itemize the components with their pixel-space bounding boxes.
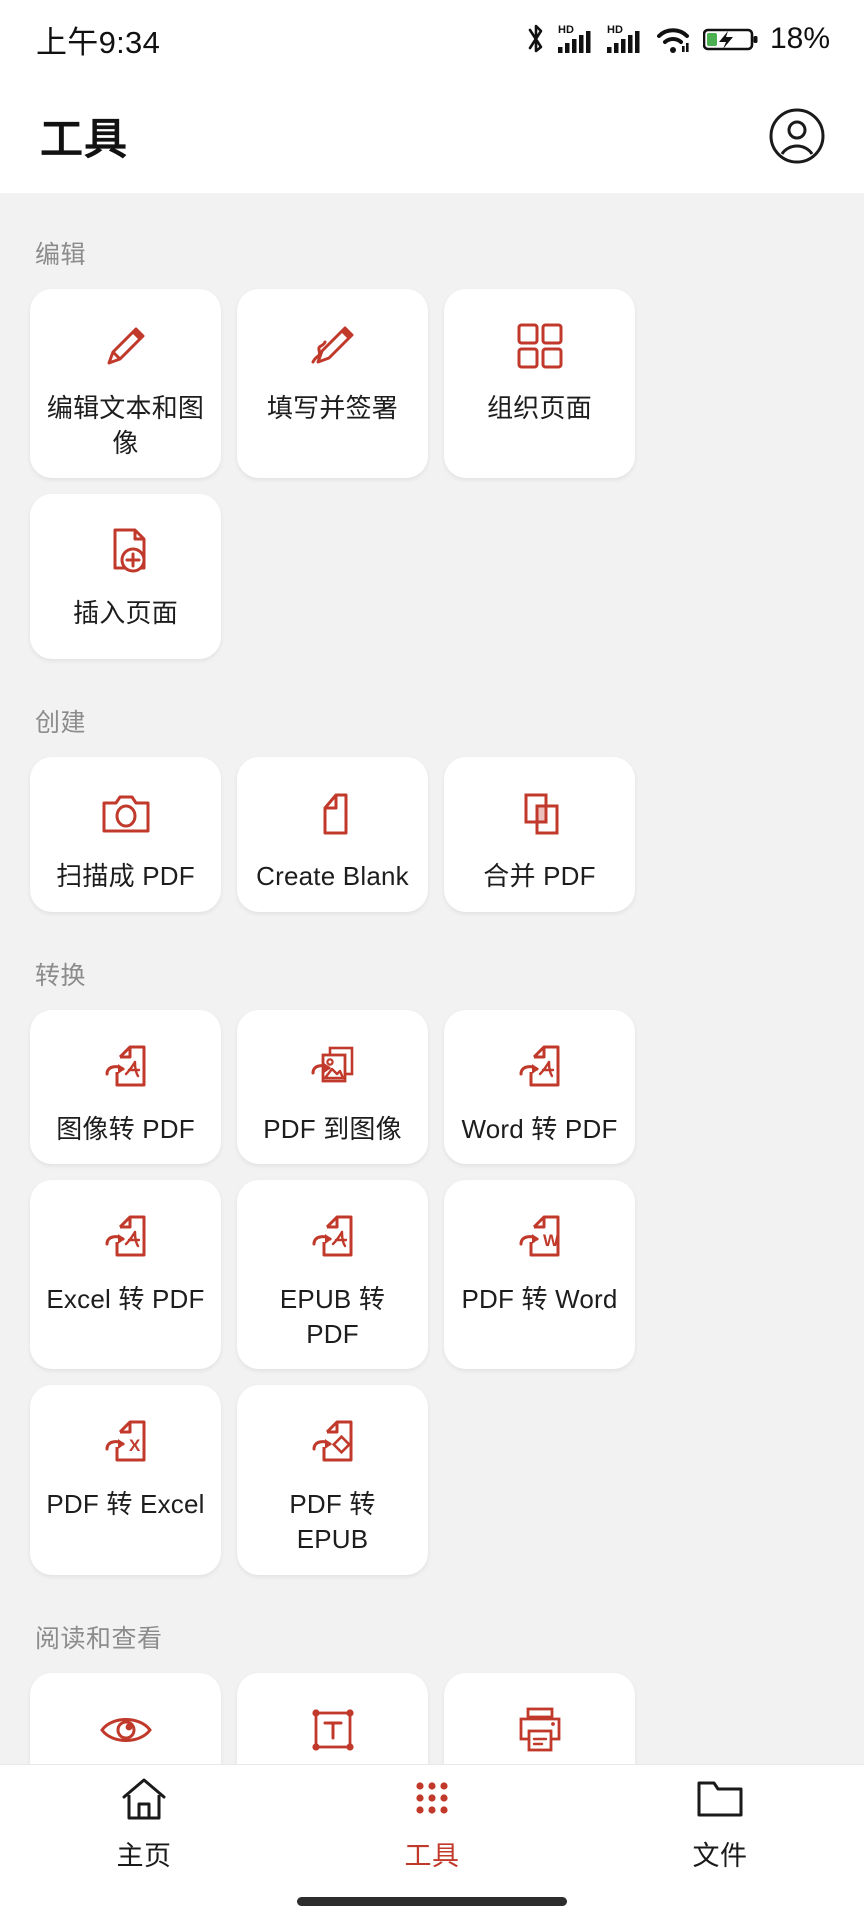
section-title-convert: 转换: [35, 961, 87, 990]
app-bar: 工具: [0, 78, 864, 193]
tool-card-create-blank[interactable]: Create Blank: [237, 757, 428, 912]
tool-card-label: 合并 PDF: [483, 861, 596, 892]
section-title-edit: 编辑: [35, 241, 87, 269]
section-title-create: 创建: [35, 709, 87, 738]
svg-text:X: X: [129, 1436, 141, 1455]
to-pdf-icon: [99, 1206, 153, 1268]
tool-grid-convert: 图像转 PDF PDF 到图像 Word 转 PDF Excel 转 PDF E…: [30, 1009, 834, 1575]
pdf-to-image-icon: [306, 1036, 360, 1098]
tool-card-pdf-to-image[interactable]: PDF 到图像: [237, 1009, 428, 1165]
home-icon: [120, 1774, 168, 1824]
tool-card-read[interactable]: 阅读: [30, 1672, 221, 1764]
tool-card-label: 编辑文本和图像: [46, 393, 205, 458]
tool-card-print[interactable]: 打印: [444, 1672, 635, 1764]
eye-icon: [98, 1699, 154, 1761]
tool-card-label: PDF 转 Word: [461, 1284, 618, 1315]
to-excel-icon: X: [99, 1411, 153, 1473]
gesture-pill[interactable]: [297, 1896, 567, 1906]
nav-item-files[interactable]: 文件: [576, 1774, 864, 1873]
battery-percent-label: 18%: [769, 22, 830, 55]
section-edit: 编辑 编辑文本和图像 填写并签署 组织页面 插入页面: [30, 235, 834, 660]
bottom-navigation: 主页 工具 文件: [0, 1764, 864, 1882]
tool-card-label: 图像转 PDF: [56, 1113, 195, 1144]
apps-grid-icon: [410, 1774, 454, 1824]
section-create: 创建 扫描成 PDF Create Blank 合并 PDF: [30, 703, 834, 912]
to-word-icon: W: [513, 1206, 567, 1268]
nav-label: 工具: [404, 1841, 460, 1871]
section-read-view: 阅读和查看 阅读: [30, 1619, 834, 1764]
tool-card-pdf-to-excel[interactable]: X PDF 转 Excel: [30, 1385, 221, 1575]
tool-card-annotate[interactable]: 注释: [237, 1672, 428, 1764]
tool-card-label: Create Blank: [256, 861, 409, 892]
tool-card-epub-to-pdf[interactable]: EPUB 转 PDF: [237, 1180, 428, 1370]
tool-card-merge-pdf[interactable]: 合并 PDF: [444, 757, 635, 912]
battery-charging-icon: [702, 22, 759, 56]
hd-signal-icon: HD: [605, 22, 645, 56]
tool-card-label: PDF 转 EPUB: [289, 1489, 376, 1555]
nav-label: 文件: [692, 1841, 748, 1871]
tools-scroll-area[interactable]: 编辑 编辑文本和图像 填写并签署 组织页面 插入页面 创建 扫描成 PDF Cr…: [0, 193, 864, 1764]
tool-grid-read-view: 阅读 注释: [30, 1672, 834, 1764]
status-bar-time: 上午9:34: [36, 24, 161, 60]
page-plus-icon: [99, 520, 153, 582]
folder-icon: [695, 1774, 745, 1824]
tool-card-scan-to-pdf[interactable]: 扫描成 PDF: [30, 757, 221, 912]
tool-card-label: 扫描成 PDF: [56, 861, 195, 892]
tool-card-image-to-pdf[interactable]: 图像转 PDF: [30, 1009, 221, 1165]
tool-card-label: 插入页面: [73, 598, 178, 629]
blank-page-icon: [306, 783, 360, 845]
tool-card-label: Word 转 PDF: [461, 1113, 618, 1144]
section-title-read-view: 阅读和查看: [35, 1624, 163, 1653]
app-screen: 上午9:34 HD HD 18% 工具 编辑 编辑文本和图像 填写并签署 组织页…: [0, 0, 864, 1920]
tool-card-edit-text-image[interactable]: 编辑文本和图像: [30, 289, 221, 479]
tool-card-pdf-to-word[interactable]: W PDF 转 Word: [444, 1180, 635, 1370]
bluetooth-icon: [525, 22, 547, 56]
to-epub-icon: [306, 1411, 360, 1473]
sign-pen-icon: [305, 315, 361, 377]
nav-label: 主页: [116, 1841, 172, 1871]
tool-grid-edit: 编辑文本和图像 填写并签署 组织页面 插入页面: [30, 289, 834, 660]
tool-card-fill-sign[interactable]: 填写并签署: [237, 289, 428, 479]
nav-item-tools[interactable]: 工具: [288, 1774, 576, 1873]
section-convert: 转换 图像转 PDF PDF 到图像 Word 转 PDF Excel 转 PD…: [30, 956, 834, 1575]
tool-card-label: 填写并签署: [266, 393, 398, 423]
tool-card-excel-to-pdf[interactable]: Excel 转 PDF: [30, 1180, 221, 1370]
tool-card-label: Excel 转 PDF: [46, 1284, 205, 1315]
account-circle-icon[interactable]: [766, 105, 828, 167]
tool-card-label: EPUB 转 PDF: [279, 1284, 386, 1349]
camera-icon: [99, 783, 153, 845]
wifi-icon: [654, 22, 694, 56]
status-bar-indicators: HD HD 18%: [525, 22, 830, 56]
tool-card-insert-page[interactable]: 插入页面: [30, 494, 221, 660]
grid-squares-icon: [514, 315, 566, 377]
tool-card-organize-pages[interactable]: 组织页面: [444, 289, 635, 479]
status-bar: 上午9:34 HD HD 18%: [0, 0, 864, 78]
tool-card-label: PDF 转 Excel: [46, 1489, 205, 1520]
svg-text:HD: HD: [607, 24, 623, 36]
merge-squares-icon: [513, 783, 567, 845]
nav-item-home[interactable]: 主页: [0, 1774, 288, 1873]
svg-text:W: W: [543, 1231, 560, 1250]
page-title: 工具: [40, 115, 128, 164]
text-box-icon: [307, 1699, 359, 1761]
to-pdf-icon: [99, 1036, 153, 1098]
pencil-icon: [98, 315, 154, 377]
printer-icon: [513, 1699, 567, 1761]
svg-text:HD: HD: [558, 24, 574, 36]
tool-card-pdf-to-epub[interactable]: PDF 转 EPUB: [237, 1385, 428, 1575]
tool-grid-create: 扫描成 PDF Create Blank 合并 PDF: [30, 757, 834, 912]
to-pdf-icon: [513, 1036, 567, 1098]
tool-card-word-to-pdf[interactable]: Word 转 PDF: [444, 1009, 635, 1165]
to-pdf-icon: [306, 1206, 360, 1268]
tool-card-label: 组织页面: [487, 393, 592, 423]
gesture-bar: [0, 1882, 864, 1920]
tool-card-label: PDF 到图像: [263, 1113, 402, 1144]
hd-signal-icon: HD: [556, 22, 596, 56]
